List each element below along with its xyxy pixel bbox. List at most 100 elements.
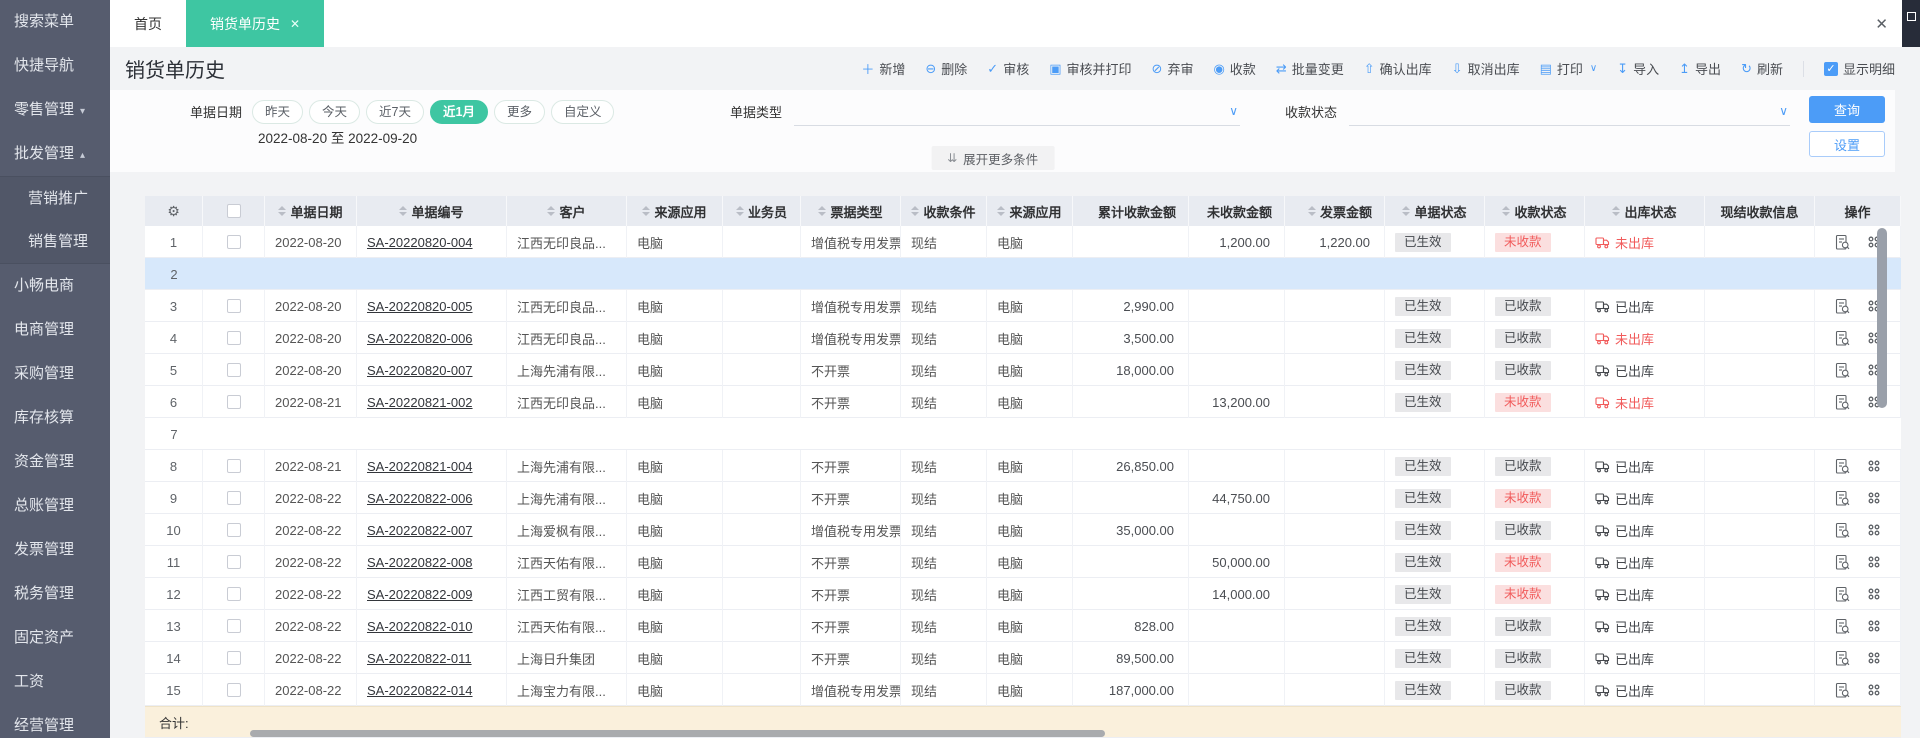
sidebar-item-采购管理[interactable]: 采购管理 xyxy=(0,352,110,396)
table-row[interactable]: 12 2022-08-22 SA-20220822-009 江西工贸有限... 电脑 不开… xyxy=(145,578,1901,610)
column-header-salesman[interactable]: 业务员 xyxy=(723,196,801,226)
column-header-out_status[interactable]: 出库状态 xyxy=(1585,196,1705,226)
sidebar-item-库存核算[interactable]: 库存核算 xyxy=(0,396,110,440)
view-detail-icon[interactable] xyxy=(1834,522,1851,539)
tab-home[interactable]: 首页 xyxy=(110,0,186,47)
sidebar-item-资金管理[interactable]: 资金管理 xyxy=(0,440,110,484)
print-button[interactable]: ▤ 打印 ∨ xyxy=(1540,59,1598,78)
doc-number-link[interactable]: SA-20220822-011 xyxy=(367,651,472,666)
sidebar-item-零售管理[interactable]: 零售管理 ▾ xyxy=(0,88,110,132)
sidebar-item-发票管理[interactable]: 发票管理 xyxy=(0,528,110,572)
sort-caret-icon[interactable] xyxy=(997,206,1006,216)
sidebar-item-营销推广[interactable]: 营销推广 xyxy=(0,176,110,220)
add-button[interactable]: ＋新增 xyxy=(861,59,905,78)
column-header-doc_no[interactable]: 单据编号 xyxy=(357,196,507,226)
confirm-outbound-button[interactable]: ⇧ 确认出库 xyxy=(1364,59,1432,78)
settings-button[interactable]: 设置 xyxy=(1809,131,1885,157)
row-checkbox[interactable] xyxy=(226,523,241,537)
sidebar-item-总账管理[interactable]: 总账管理 xyxy=(0,484,110,528)
column-header-source[interactable]: 来源应用 xyxy=(627,196,723,226)
view-detail-icon[interactable] xyxy=(1834,394,1851,411)
refresh-button[interactable]: ↻ 刷新 xyxy=(1741,59,1783,78)
cancel-outbound-button[interactable]: ⇩ 取消出库 xyxy=(1452,59,1520,78)
doc-number-link[interactable]: SA-20220820-007 xyxy=(367,363,473,378)
table-row[interactable]: 11 2022-08-22 SA-20220822-008 江西天佑有限... 电脑 不开… xyxy=(145,546,1901,578)
sidebar-item-电商管理[interactable]: 电商管理 xyxy=(0,308,110,352)
row-checkbox[interactable] xyxy=(226,459,241,473)
row-checkbox[interactable] xyxy=(226,395,241,409)
table-row[interactable]: 9 2022-08-22 SA-20220822-006 上海先浦有限... 电脑 不开票… xyxy=(145,482,1901,514)
view-detail-icon[interactable] xyxy=(1834,554,1851,571)
sort-caret-icon[interactable] xyxy=(1612,206,1621,216)
import-button[interactable]: ↧ 导入 xyxy=(1617,59,1659,78)
column-settings-header[interactable]: ⚙ xyxy=(145,196,203,226)
sidebar-item-小畅电商[interactable]: 小畅电商 xyxy=(0,264,110,308)
sidebar-item-销售管理[interactable]: 销售管理 xyxy=(0,220,110,264)
view-detail-icon[interactable] xyxy=(1834,330,1851,347)
column-header-source2[interactable]: 来源应用 xyxy=(987,196,1073,226)
sort-caret-icon[interactable] xyxy=(278,206,287,216)
column-header-doc_status[interactable]: 单据状态 xyxy=(1385,196,1485,226)
column-header-ops[interactable]: 操作 xyxy=(1815,196,1901,226)
sort-caret-icon[interactable] xyxy=(547,206,556,216)
sidebar-item-批发管理[interactable]: 批发管理 ▴ xyxy=(0,132,110,176)
more-actions-icon[interactable] xyxy=(1867,491,1881,505)
date-pill-近1月[interactable]: 近1月 xyxy=(430,100,488,124)
row-checkbox[interactable] xyxy=(226,683,241,697)
row-checkbox[interactable] xyxy=(226,491,241,505)
receive-payment-button[interactable]: ◉ 收款 xyxy=(1213,59,1255,78)
query-button[interactable]: 查询 xyxy=(1809,96,1885,123)
view-detail-icon[interactable] xyxy=(1834,618,1851,635)
close-icon[interactable]: ✕ xyxy=(1875,15,1888,33)
show-detail-toggle[interactable]: ✓ 显示明细 xyxy=(1823,59,1895,78)
doc-type-select[interactable]: ∨ xyxy=(794,100,1240,126)
table-row[interactable]: 7 xyxy=(145,418,1901,450)
table-row[interactable]: 10 2022-08-22 SA-20220822-007 上海爱枫有限... 电脑 增值… xyxy=(145,514,1901,546)
sort-caret-icon[interactable] xyxy=(1502,206,1511,216)
table-row[interactable]: 13 2022-08-22 SA-20220822-010 江西天佑有限... 电脑 不开… xyxy=(145,610,1901,642)
row-checkbox[interactable] xyxy=(226,587,241,601)
column-header-cum_received[interactable]: 累计收款金额 xyxy=(1073,196,1189,226)
doc-number-link[interactable]: SA-20220822-007 xyxy=(367,523,473,538)
more-actions-icon[interactable] xyxy=(1867,523,1881,537)
table-row[interactable]: 14 2022-08-22 SA-20220822-011 上海日升集团 电脑 不开票 现结… xyxy=(145,642,1901,674)
sort-caret-icon[interactable] xyxy=(735,206,744,216)
sidebar-item-搜索菜单[interactable]: 搜索菜单 xyxy=(0,0,110,44)
select-all-header[interactable] xyxy=(203,196,265,226)
table-row[interactable]: 2 xyxy=(145,258,1901,290)
column-header-customer[interactable]: 客户 xyxy=(507,196,627,226)
doc-number-link[interactable]: SA-20220822-008 xyxy=(367,555,473,570)
date-pill-更多[interactable]: 更多 xyxy=(493,100,545,124)
doc-number-link[interactable]: SA-20220820-006 xyxy=(367,331,473,346)
delete-button[interactable]: ⊖ 删除 xyxy=(925,59,967,78)
view-detail-icon[interactable] xyxy=(1834,490,1851,507)
row-checkbox[interactable] xyxy=(226,651,241,665)
more-actions-icon[interactable] xyxy=(1867,651,1881,665)
view-detail-icon[interactable] xyxy=(1834,650,1851,667)
horizontal-scrollbar[interactable] xyxy=(250,730,1105,737)
table-row[interactable]: 15 2022-08-22 SA-20220822-014 上海宝力有限... 电脑 增值… xyxy=(145,674,1901,706)
gear-icon[interactable]: ⚙ xyxy=(167,203,180,220)
date-pill-昨天[interactable]: 昨天 xyxy=(252,100,304,124)
select-all-checkbox[interactable] xyxy=(226,204,241,218)
column-header-unreceived[interactable]: 未收款金额 xyxy=(1189,196,1285,226)
discard-audit-button[interactable]: ⊘ 弃审 xyxy=(1152,59,1194,78)
sidebar-item-快捷导航[interactable]: 快捷导航 xyxy=(0,44,110,88)
tab-close-icon[interactable]: ✕ xyxy=(290,17,300,31)
sort-caret-icon[interactable] xyxy=(642,206,651,216)
export-button[interactable]: ↥ 导出 xyxy=(1679,59,1721,78)
row-checkbox[interactable] xyxy=(226,299,241,313)
expand-more-conditions-button[interactable]: ⇊ 展开更多条件 xyxy=(931,146,1055,170)
table-row[interactable]: 3 2022-08-20 SA-20220820-005 江西无印良品... 电脑 增值税… xyxy=(145,290,1901,322)
table-row[interactable]: 8 2022-08-21 SA-20220821-004 上海先浦有限... 电脑 不开票… xyxy=(145,450,1901,482)
column-header-date[interactable]: 单据日期 xyxy=(265,196,357,226)
sort-caret-icon[interactable] xyxy=(911,206,920,216)
sidebar-item-经营管理[interactable]: 经营管理 xyxy=(0,704,110,738)
more-actions-icon[interactable] xyxy=(1867,555,1881,569)
doc-number-link[interactable]: SA-20220820-004 xyxy=(367,235,473,250)
sort-caret-icon[interactable] xyxy=(818,206,827,216)
tab-sales-history[interactable]: 销货单历史 ✕ xyxy=(186,0,325,47)
more-actions-icon[interactable] xyxy=(1867,459,1881,473)
date-pill-今天[interactable]: 今天 xyxy=(309,100,361,124)
more-actions-icon[interactable] xyxy=(1867,619,1881,633)
